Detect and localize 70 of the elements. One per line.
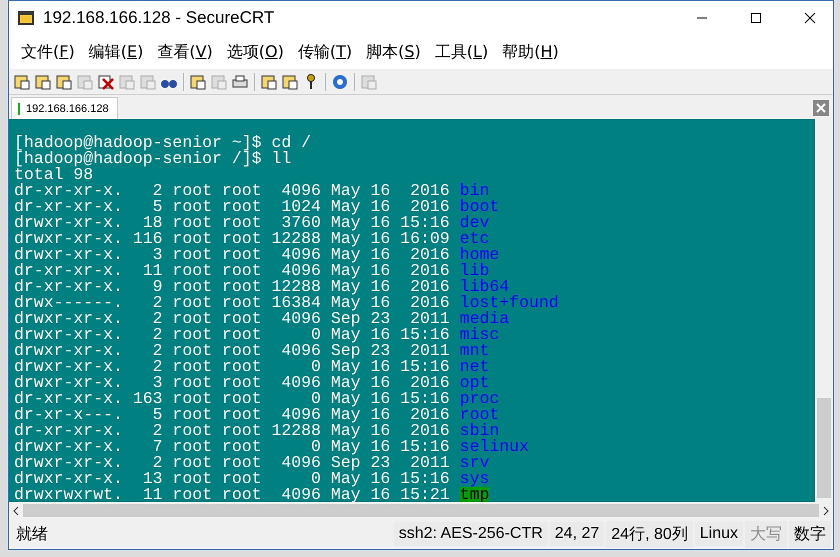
scroll-left-icon[interactable] (11, 506, 21, 516)
menu-item[interactable]: 传输(T) (292, 38, 358, 66)
terminal-line: drwx------. 2 root root 16384 May 16 2016 (14, 295, 450, 311)
directory-name: selinux (460, 439, 529, 455)
terminal-line: [hadoop@hadoop-senior /]$ ll (14, 151, 292, 167)
terminal-line: drwxr-xr-x. 3 root root 4096 May 16 2016 (14, 247, 450, 263)
directory-name: media (460, 311, 510, 327)
terminal-line: dr-xr-xr-x. 11 root root 4096 May 16 2016 (14, 263, 450, 279)
terminal-line: dr-xr-xr-x. 163 root root 0 May 16 15:16 (14, 391, 450, 407)
status-text: 数字 (789, 520, 831, 548)
close-icon[interactable] (804, 12, 816, 24)
menu-item[interactable]: 查看(V) (151, 38, 219, 66)
terminal-line: drwxr-xr-x. 2 root root 4096 Sep 23 2011 (14, 311, 450, 327)
terminal-line: dr-xr-xr-x. 5 root root 1024 May 16 2016 (14, 199, 450, 215)
directory-name: sys (460, 471, 490, 487)
menu-item[interactable]: 脚本(S) (360, 38, 427, 66)
status-text: ssh2: AES-256-CTR (394, 522, 548, 546)
scroll-right-icon[interactable] (821, 506, 831, 516)
print-icon[interactable] (231, 72, 249, 90)
session-tab[interactable]: 192.168.166.128 (11, 97, 118, 119)
terminal-line: dr-xr-xr-x. 9 root root 12288 May 16 2016 (14, 279, 450, 295)
terminal-line: total 98 (14, 167, 94, 183)
directory-name: home (460, 247, 500, 263)
app-icon (17, 9, 35, 27)
menu-item[interactable]: 选项(O) (220, 38, 290, 66)
help-icon[interactable] (331, 72, 349, 90)
terminal-line: drwxr-xr-x. 2 root root 0 May 16 15:16 (14, 359, 450, 375)
directory-name: root (460, 407, 500, 423)
menu-item[interactable]: 帮助(H) (496, 38, 565, 66)
directory-name: bin (460, 183, 490, 199)
terminal-line: drwxr-xr-x. 3 root root 4096 May 16 2016 (14, 375, 450, 391)
vertical-scrollbar[interactable] (815, 119, 833, 502)
terminal-line: drwxr-xr-x. 7 root root 0 May 16 15:16 (14, 439, 450, 455)
directory-name: sbin (460, 423, 500, 439)
status-text: 24行, 80列 (606, 520, 693, 548)
status-text: Linux (694, 522, 743, 546)
terminal-line: drwxr-xr-x. 2 root root 4096 Sep 23 2011 (14, 343, 450, 359)
directory-name: mnt (460, 343, 490, 359)
terminal-line: drwxr-xr-x. 2 root root 4096 Sep 23 2011 (14, 455, 450, 471)
terminal-line: drwxr-xr-x. 116 root root 12288 May 16 16:09 (14, 231, 450, 247)
directory-name: boot (460, 199, 500, 215)
terminal-line: dr-xr-x---. 5 root root 4096 May 16 2016 (14, 407, 450, 423)
directory-name: dev (460, 215, 490, 231)
terminal-line: drwxr-xr-x. 2 root root 0 May 16 15:16 (14, 327, 450, 343)
menu-item[interactable]: 文件(F) (15, 38, 81, 66)
directory-name: lost+found (460, 295, 559, 311)
directory-name: lib (460, 263, 490, 279)
directory-name: net (460, 359, 490, 375)
close-tab-icon[interactable] (813, 100, 829, 116)
status-text: 就绪 (15, 524, 49, 544)
directory-name: opt (460, 375, 490, 391)
directory-name: misc (460, 327, 500, 343)
minimize-icon[interactable] (696, 17, 708, 19)
terminal-line: drwxr-xr-x. 18 root root 3760 May 16 15:16 (14, 215, 450, 231)
directory-name: proc (460, 391, 500, 407)
terminal-line: [hadoop@hadoop-senior ~]$ cd / (14, 135, 312, 151)
maximize-icon[interactable] (750, 12, 762, 24)
directory-name: lib64 (460, 279, 510, 295)
horizontal-scrollbar[interactable] (23, 504, 819, 517)
directory-name: etc (460, 231, 490, 247)
status-text: 大写 (745, 520, 787, 548)
menu-item[interactable]: 编辑(E) (82, 38, 150, 66)
disconnect-icon[interactable] (97, 72, 115, 90)
directory-name: srv (460, 455, 490, 471)
window-title: 192.168.166.128 - SecureCRT (43, 8, 276, 28)
terminal-line: drwxr-xr-x. 13 root root 0 May 16 15:16 (14, 471, 450, 487)
menu-item[interactable]: 工具(L) (428, 38, 494, 66)
terminal-line: dr-xr-xr-x. 2 root root 12288 May 16 2016 (14, 423, 450, 439)
status-text: 24, 27 (550, 522, 604, 546)
terminal-line: dr-xr-xr-x. 2 root root 4096 May 16 2016 (14, 183, 450, 199)
